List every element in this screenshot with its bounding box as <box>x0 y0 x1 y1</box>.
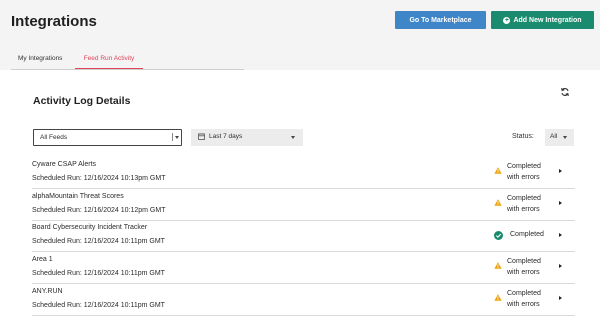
feed-name: Area 1 <box>32 256 53 263</box>
chevron-right-icon[interactable] <box>559 201 562 205</box>
status-line-1: Completed <box>507 290 541 297</box>
status-line-1: Completed <box>507 163 541 170</box>
status-text: Completed with errors <box>507 288 541 310</box>
go-to-marketplace-button[interactable]: Go To Marketplace <box>395 11 486 29</box>
select-separator <box>172 133 173 141</box>
date-range-value: Last 7 days <box>209 133 243 140</box>
scheduled-run: Scheduled Run: 12/16/2024 10:13pm GMT <box>32 175 166 182</box>
add-new-integration-button[interactable]: + Add New Integration <box>491 11 594 29</box>
activity-row[interactable]: Area 1 Scheduled Run: 12/16/2024 10:11pm… <box>32 253 575 284</box>
status-label: Status: <box>512 133 534 140</box>
scheduled-run: Scheduled Run: 12/16/2024 10:11pm GMT <box>32 270 165 277</box>
page-title: Integrations <box>11 13 97 30</box>
status-text: Completed with errors <box>507 161 541 183</box>
chevron-right-icon[interactable] <box>559 296 562 300</box>
add-new-integration-label: Add New Integration <box>513 16 582 24</box>
warning-icon <box>494 167 502 174</box>
scheduled-run: Scheduled Run: 12/16/2024 10:11pm GMT <box>32 238 165 245</box>
refresh-icon[interactable] <box>560 87 570 97</box>
warning-icon <box>494 294 502 301</box>
status-line-1: Completed <box>510 231 544 238</box>
tab-feed-run-activity[interactable]: Feed Run Activity <box>75 50 143 69</box>
date-range-select[interactable]: Last 7 days <box>191 129 303 146</box>
activity-row[interactable]: Cyware CSAP Alerts Scheduled Run: 12/16/… <box>32 158 575 189</box>
warning-icon <box>494 262 502 269</box>
feed-name: ANY.RUN <box>32 288 63 295</box>
go-to-marketplace-label: Go To Marketplace <box>409 16 472 24</box>
status-line-2: with errors <box>507 269 540 276</box>
status-line-1: Completed <box>507 258 541 265</box>
feed-name: Cyware CSAP Alerts <box>32 161 97 168</box>
status-line-1: Completed <box>507 195 541 202</box>
status-text: Completed with errors <box>507 193 541 215</box>
activity-row[interactable]: alphaMountain Threat Scores Scheduled Ru… <box>32 190 575 221</box>
feed-name: Board Cybersecurity Incident Tracker <box>32 224 148 231</box>
section-title: Activity Log Details <box>33 95 131 107</box>
status-line-2: with errors <box>507 206 540 213</box>
activity-row[interactable]: ANY.RUN Scheduled Run: 12/16/2024 10:11p… <box>32 285 575 316</box>
chevron-right-icon[interactable] <box>559 233 562 237</box>
status-select[interactable]: All <box>545 129 574 146</box>
chevron-down-icon <box>563 136 567 139</box>
chevron-right-icon[interactable] <box>559 264 562 268</box>
tab-my-integrations[interactable]: My Integrations <box>18 50 62 69</box>
chevron-down-icon <box>175 136 179 139</box>
status-line-2: with errors <box>507 174 540 181</box>
chevron-right-icon[interactable] <box>559 169 562 173</box>
calendar-icon <box>198 133 205 140</box>
feeds-select[interactable]: All Feeds <box>33 129 182 146</box>
feeds-select-value: All Feeds <box>40 134 68 141</box>
feed-name: alphaMountain Threat Scores <box>32 193 124 200</box>
warning-icon <box>494 199 502 206</box>
plus-circle-icon: + <box>503 16 511 24</box>
status-select-value: All <box>550 133 558 140</box>
scheduled-run: Scheduled Run: 12/16/2024 10:12pm GMT <box>32 207 166 214</box>
chevron-down-icon <box>291 136 295 139</box>
status-text: Completed <box>507 229 544 240</box>
status-text: Completed with errors <box>507 256 541 278</box>
scheduled-run: Scheduled Run: 12/16/2024 10:11pm GMT <box>32 302 165 309</box>
activity-row[interactable]: Board Cybersecurity Incident Tracker Sch… <box>32 221 575 252</box>
status-line-2: with errors <box>507 301 540 308</box>
check-circle-icon <box>494 231 503 240</box>
